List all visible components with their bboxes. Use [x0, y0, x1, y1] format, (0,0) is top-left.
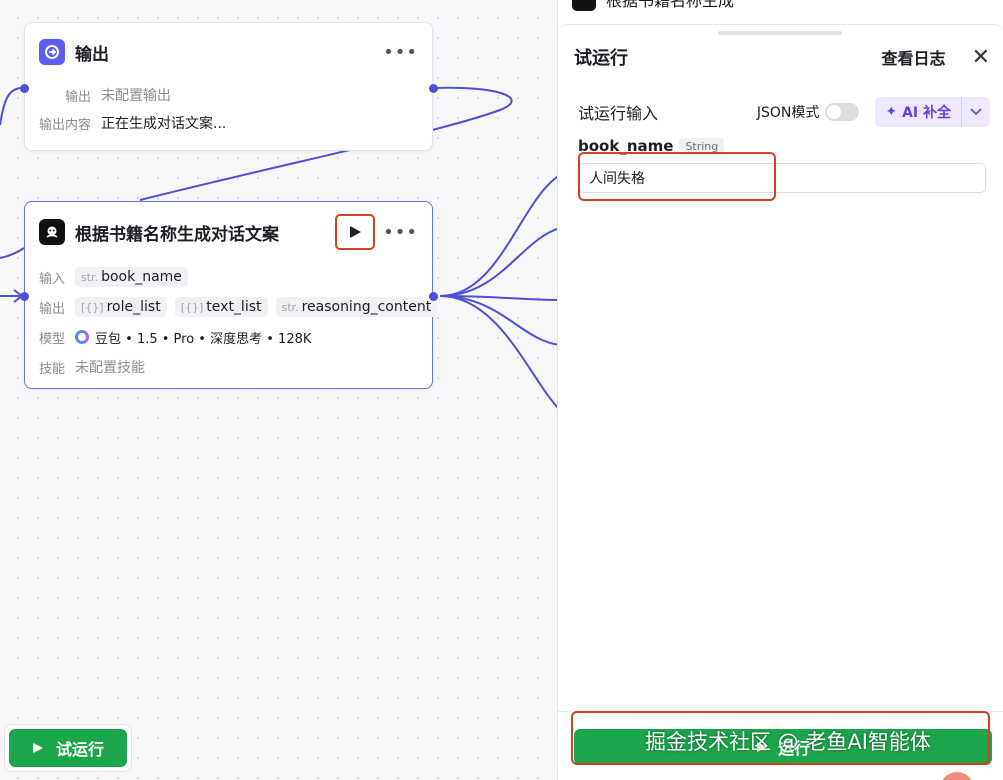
edge-left-top [0, 247, 25, 259]
play-icon [756, 742, 767, 752]
llm-output-row: 输出 [{}] role_list [{}] text_list str. reaso… [25, 292, 438, 322]
output-content-value: 正在生成对话文案... [101, 116, 227, 132]
tag-name: role_list [106, 299, 161, 315]
drag-handle[interactable] [718, 31, 842, 35]
edge-fan-2 [439, 227, 560, 297]
output-tag: [{}] role_list [75, 297, 167, 317]
llm-icon [39, 219, 65, 245]
llm-skill-label: 技能 [39, 361, 66, 377]
param-type-badge: String [679, 137, 725, 155]
llm-node-title: 根据书籍名称生成对话文案 [75, 224, 279, 245]
doubao-icon [75, 330, 90, 344]
json-mode-label: JSON模式 [756, 105, 820, 121]
view-log-button[interactable]: 查看日志 [882, 45, 946, 69]
output-tag: [{}] text_list [174, 297, 268, 317]
llm-node-header: 根据书籍名称生成对话文案 ••• [25, 202, 432, 262]
input-tag: str. book_name [75, 267, 188, 287]
exit-icon [39, 39, 65, 65]
tag-type: str. [81, 270, 99, 284]
llm-skill-row: 技能 未配置技能 [25, 352, 432, 382]
param-label: book_name String [578, 137, 725, 155]
tag-name: reasoning_content [301, 299, 432, 315]
edge-fan-4 [439, 295, 560, 346]
trial-run-sheet: 试运行 查看日志 ✕ 试运行输入 JSON模式 ✦ AI 补全 book_nam… [558, 24, 1003, 780]
play-icon [350, 226, 362, 238]
tag-type: str. [281, 300, 299, 314]
output-node[interactable]: 输出 ••• 输出 未配置输出 输出内容 正在生成对话文案... [20, 22, 438, 151]
tag-type: [{}] [180, 300, 204, 314]
run-button-label: 运行 [777, 739, 810, 758]
llm-node-in-port[interactable] [20, 292, 29, 301]
book-name-input[interactable] [578, 163, 986, 193]
input-section-header: 试运行输入 JSON模式 ✦ AI 补全 [578, 97, 990, 127]
output-content-row: 输出内容 正在生成对话文案... [25, 109, 432, 137]
param-name: book_name [578, 137, 674, 155]
llm-input-row: 输入 str. book_name [25, 262, 432, 292]
run-button[interactable]: 运行 [574, 729, 992, 765]
play-icon [32, 743, 43, 753]
ai-complete-label: AI 补全 [902, 105, 951, 121]
edge-fan-3 [439, 295, 560, 301]
output-node-header: 输出 ••• [25, 23, 432, 81]
tag-type: [{}] [81, 300, 104, 314]
llm-model-value: 豆包 • 1.5 • Pro • 深度思考 • 128K [95, 331, 312, 347]
llm-node-out-port[interactable] [429, 292, 438, 301]
llm-output-label: 输出 [39, 301, 66, 317]
llm-skill-value: 未配置技能 [75, 360, 146, 376]
chevron-down-icon[interactable] [962, 108, 990, 116]
canvas-trial-run: 试运行 [4, 724, 132, 772]
output-node-title: 输出 [75, 44, 109, 65]
output-content-label: 输出内容 [39, 117, 92, 133]
llm-input-label: 输入 [39, 271, 66, 287]
output-row: 输出 未配置输出 [25, 81, 432, 109]
tag-name: book_name [101, 269, 182, 285]
more-icon[interactable]: ••• [383, 222, 418, 243]
footer-divider [558, 711, 1003, 712]
edge-fan-1 [439, 174, 560, 297]
llm-model-row: 模型 豆包 • 1.5 • Pro • 深度思考 • 128K [25, 322, 432, 352]
panel-header: 试运行 查看日志 ✕ [574, 43, 990, 71]
close-icon[interactable]: ✕ [972, 45, 990, 70]
more-icon[interactable]: ••• [383, 42, 418, 63]
background-node-title: 根据书籍名称生成 [606, 0, 735, 10]
output-tag: str. reasoning_content [275, 297, 438, 317]
trial-run-label: 试运行 [55, 740, 104, 759]
llm-node[interactable]: 根据书籍名称生成对话文案 ••• 输入 str. book_name 输出 [{}… [20, 201, 438, 389]
background-node-header: 根据书籍名称生成 [558, 0, 1003, 12]
output-node-out-port[interactable] [429, 84, 438, 93]
trial-run-button[interactable]: 试运行 [9, 729, 127, 767]
output-node-in-port[interactable] [20, 84, 29, 93]
panel-title: 试运行 [574, 48, 628, 69]
edge-in-output [0, 87, 21, 126]
llm-icon [572, 0, 596, 11]
tag-name: text_list [206, 299, 262, 315]
trial-run-panel: 根据书籍名称生成 试运行 查看日志 ✕ 试运行输入 JSON模式 ✦ AI 补全 [557, 0, 1003, 780]
ai-complete-main[interactable]: ✦ AI 补全 [875, 97, 962, 127]
sparkle-icon: ✦ [885, 104, 898, 120]
json-mode-toggle[interactable] [825, 103, 860, 121]
ai-complete-button[interactable]: ✦ AI 补全 [875, 97, 990, 127]
node-run-button[interactable] [335, 214, 376, 250]
workflow-canvas[interactable]: 输出 ••• 输出 未配置输出 输出内容 正在生成对话文案... 根据书籍名称生… [0, 0, 560, 780]
output-row-label: 输出 [65, 89, 92, 105]
llm-model-label: 模型 [39, 331, 66, 347]
edge-fan-5 [439, 295, 560, 411]
input-section-title: 试运行输入 [578, 104, 659, 123]
output-row-value: 未配置输出 [101, 88, 172, 104]
